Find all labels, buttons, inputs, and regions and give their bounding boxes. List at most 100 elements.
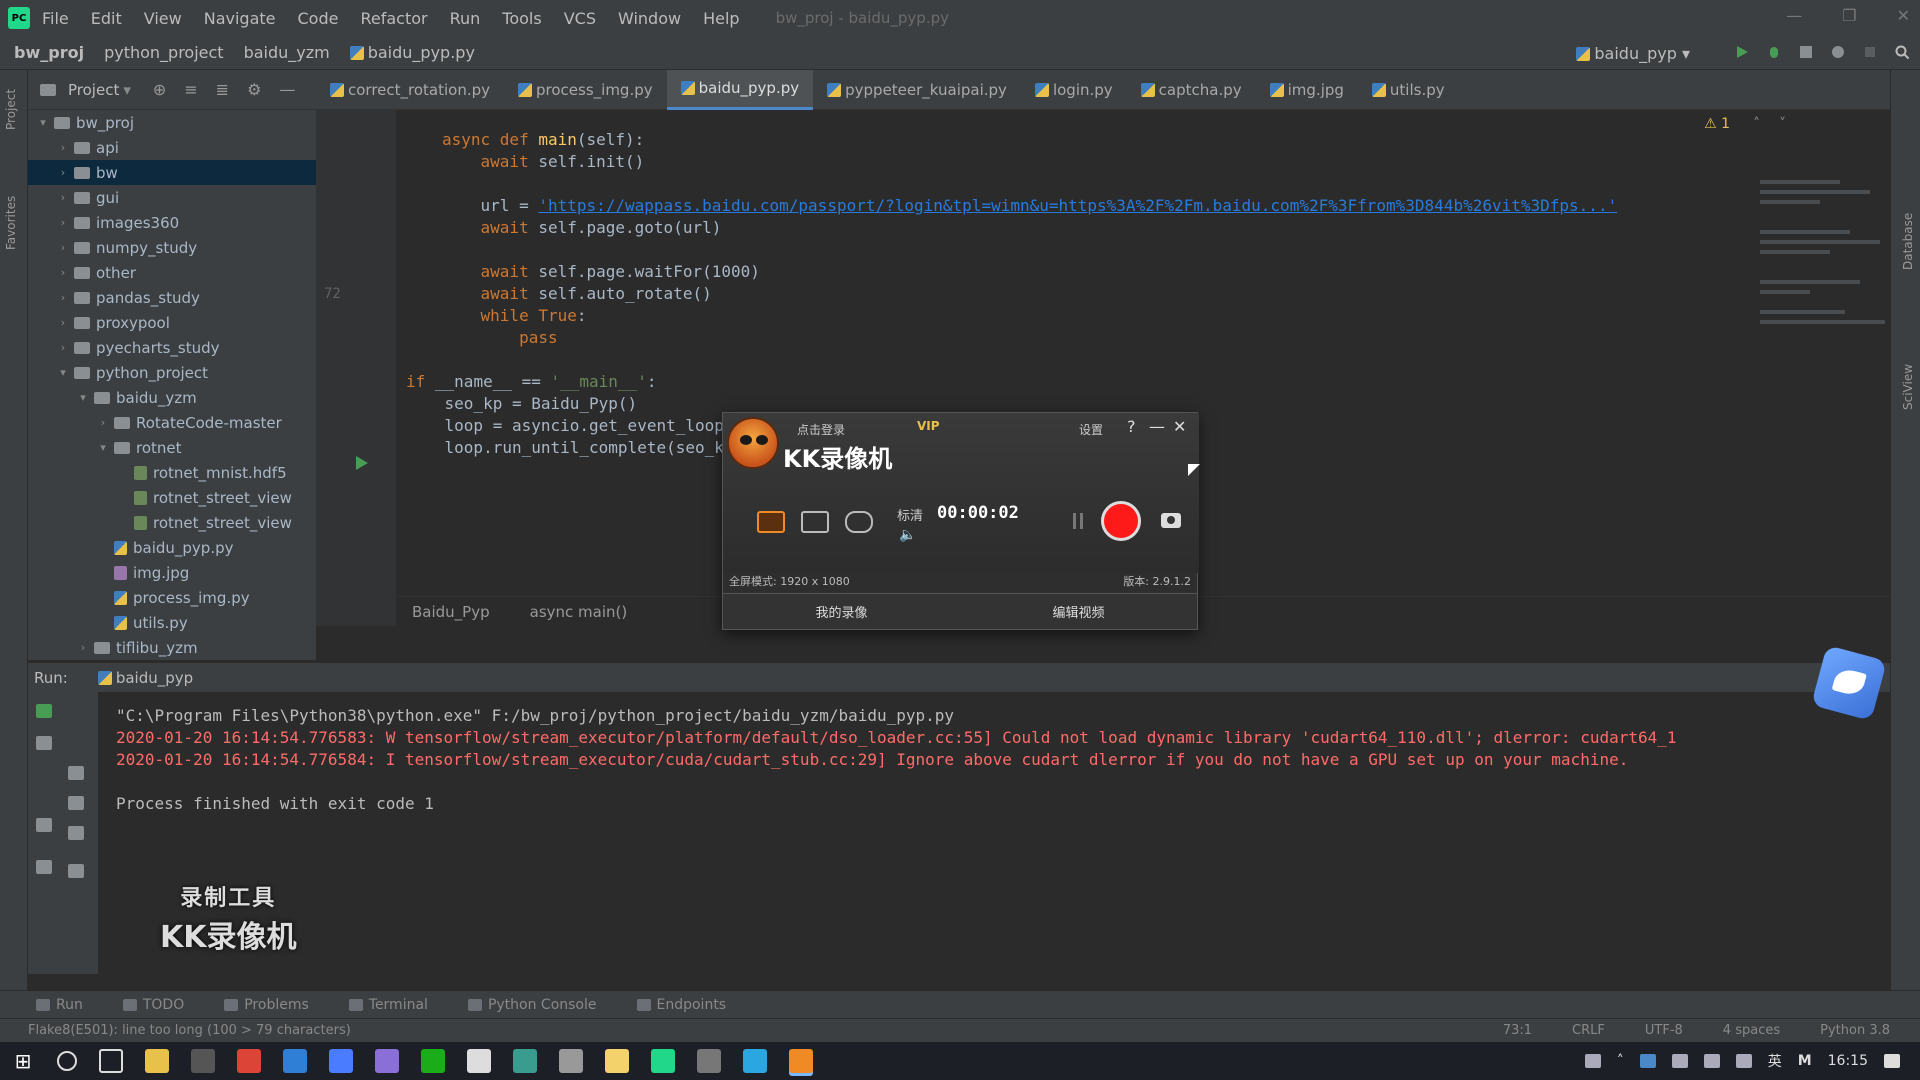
menu-window[interactable]: Window — [618, 9, 681, 28]
tree-item[interactable]: rotnet_mnist.hdf5 — [28, 460, 316, 485]
hide-panel-icon[interactable]: — — [279, 80, 295, 99]
sciview-stripe-button[interactable]: SciView — [1901, 364, 1915, 410]
menu-file[interactable]: File — [42, 9, 69, 28]
wechat-icon[interactable] — [421, 1049, 445, 1073]
app-gray-icon[interactable] — [697, 1049, 721, 1073]
stop-icon[interactable] — [1862, 44, 1878, 60]
chevron-right-icon[interactable]: › — [56, 341, 70, 354]
crumb-folder[interactable]: python_project — [104, 43, 224, 62]
project-panel-title[interactable]: Project — [68, 81, 119, 99]
tree-item[interactable]: › pyecharts_study — [28, 335, 316, 360]
tree-item[interactable]: › tiflibu_yzm — [28, 635, 316, 660]
notification-icon[interactable] — [1884, 1054, 1900, 1068]
ime-icon[interactable]: M — [1798, 1053, 1812, 1069]
app-teal-icon[interactable] — [513, 1049, 537, 1073]
tree-item[interactable]: ▾ python_project — [28, 360, 316, 385]
tree-item[interactable]: › other — [28, 260, 316, 285]
kk-game-mode-icon[interactable] — [845, 511, 873, 533]
tree-item[interactable]: baidu_pyp.py — [28, 535, 316, 560]
chevron-right-icon[interactable]: › — [56, 191, 70, 204]
editor-tab[interactable]: captcha.py — [1127, 70, 1256, 110]
menu-help[interactable]: Help — [703, 9, 739, 28]
file-encoding[interactable]: UTF-8 — [1645, 1023, 1683, 1038]
clock-time[interactable]: 16:15 — [1828, 1053, 1868, 1069]
kk-screenshot-camera-icon[interactable] — [1161, 513, 1181, 528]
tree-item[interactable]: › bw — [28, 160, 316, 185]
chevron-right-icon[interactable]: › — [56, 266, 70, 279]
toolwindow-endpoints[interactable]: Endpoints — [636, 997, 726, 1013]
kk-record-button[interactable] — [1101, 501, 1141, 541]
collapse-all-icon[interactable]: ≣ — [216, 80, 229, 99]
minimap[interactable] — [1760, 110, 1890, 410]
tree-item[interactable]: › gui — [28, 185, 316, 210]
toolwindow-problems[interactable]: Problems — [224, 997, 309, 1013]
menu-vcs[interactable]: VCS — [564, 9, 596, 28]
battery-icon[interactable] — [1671, 1054, 1688, 1068]
crumb-subfolder[interactable]: baidu_yzm — [244, 43, 330, 62]
toolwindow-todo[interactable]: TODO — [122, 997, 184, 1013]
run-icon[interactable] — [1734, 44, 1750, 60]
chevron-up-icon[interactable]: ˄ — [1753, 116, 1760, 132]
editor-tab[interactable]: baidu_pyp.py — [666, 69, 814, 110]
trash-icon[interactable] — [68, 864, 84, 878]
project-stripe-button[interactable]: Project — [4, 89, 18, 130]
database-stripe-button[interactable]: Database — [1901, 213, 1915, 270]
chevron-right-icon[interactable]: › — [56, 141, 70, 154]
chevron-down-icon[interactable]: ▾ — [56, 366, 70, 379]
kk-region-mode-icon[interactable] — [801, 511, 829, 533]
chevron-right-icon[interactable]: › — [56, 166, 70, 179]
editor-tab[interactable]: correct_rotation.py — [316, 70, 504, 110]
cursor-position[interactable]: 73:1 — [1503, 1023, 1532, 1038]
edge-icon[interactable] — [283, 1049, 307, 1073]
kk-edit-video-button[interactable]: 编辑视频 — [960, 594, 1197, 629]
rerun-icon[interactable] — [36, 704, 52, 718]
toolwindow-run[interactable]: Run — [36, 997, 83, 1013]
toolwindow-python-console[interactable]: Python Console — [467, 997, 597, 1013]
kk-vip-badge[interactable]: VIP — [917, 419, 940, 433]
tree-item[interactable]: ▾ baidu_yzm — [28, 385, 316, 410]
file-explorer-icon[interactable] — [145, 1049, 169, 1073]
wrench-icon[interactable] — [36, 736, 52, 750]
chevron-down-icon[interactable]: ▾ — [36, 116, 50, 129]
kk-fullscreen-mode-icon[interactable] — [757, 511, 785, 533]
print-icon[interactable] — [68, 826, 84, 840]
python-interpreter[interactable]: Python 3.8 — [1820, 1023, 1890, 1038]
crumb-project[interactable]: bw_proj — [14, 43, 84, 62]
breadcrumb-method[interactable]: async main() — [530, 603, 628, 621]
locate-icon[interactable]: ⊕ — [153, 80, 166, 99]
menu-tools[interactable]: Tools — [502, 9, 541, 28]
kk-settings-link[interactable]: 设置 — [1079, 421, 1103, 438]
coverage-icon[interactable] — [1798, 44, 1814, 60]
restore-window-icon[interactable]: ❐ — [1842, 6, 1856, 25]
menu-run[interactable]: Run — [450, 9, 481, 28]
run-console[interactable]: "C:\Program Files\Python38\python.exe" F… — [98, 692, 1890, 974]
editor-tab[interactable]: pyppeteer_kuaipai.py — [813, 70, 1021, 110]
soft-wrap-icon[interactable] — [68, 766, 84, 780]
pin-icon[interactable] — [36, 860, 52, 874]
kk-recorder-taskbar-icon[interactable] — [789, 1049, 813, 1073]
search-icon[interactable] — [57, 1051, 77, 1071]
input-language[interactable]: 英 — [1768, 1051, 1782, 1071]
tree-item[interactable]: process_img.py — [28, 585, 316, 610]
menu-refactor[interactable]: Refactor — [360, 9, 427, 28]
notepad-icon[interactable] — [467, 1049, 491, 1073]
person-icon[interactable] — [1584, 1054, 1601, 1068]
tray-app-icon[interactable] — [1639, 1054, 1656, 1068]
tree-item[interactable]: rotnet_street_view — [28, 510, 316, 535]
tree-item[interactable]: img.jpg — [28, 560, 316, 585]
tree-item[interactable]: utils.py — [28, 610, 316, 635]
kk-close-icon[interactable]: ✕ — [1173, 417, 1186, 436]
warning-badge[interactable]: ⚠ 1 — [1704, 116, 1730, 132]
chevron-right-icon[interactable]: › — [76, 641, 90, 654]
tree-item[interactable]: › api — [28, 135, 316, 160]
breadcrumb-class[interactable]: Baidu_Pyp — [412, 603, 490, 621]
app-purple-icon[interactable] — [375, 1049, 399, 1073]
chrome-icon[interactable] — [237, 1049, 261, 1073]
chevron-right-icon[interactable]: › — [56, 291, 70, 304]
kk-quality-select[interactable]: 标清 — [897, 505, 923, 524]
editor-tab[interactable]: img.jpg — [1256, 70, 1358, 110]
gear-icon[interactable]: ⚙ — [247, 80, 261, 99]
editor-tab[interactable]: process_img.py — [504, 70, 667, 110]
profile-icon[interactable] — [1830, 44, 1846, 60]
app-cyan-icon[interactable] — [743, 1049, 767, 1073]
